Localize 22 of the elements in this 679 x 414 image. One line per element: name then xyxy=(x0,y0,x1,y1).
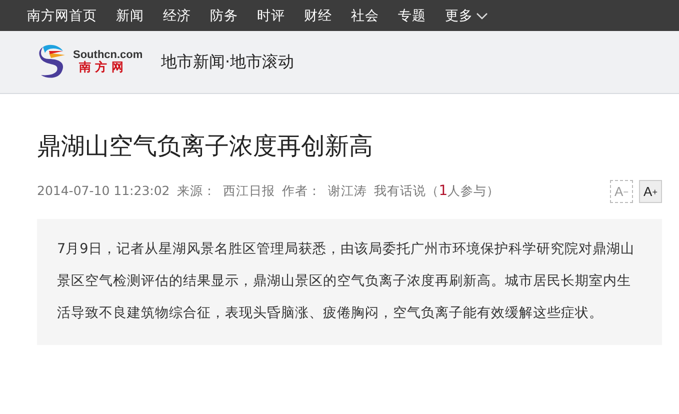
comments-link[interactable]: 我有话说（1人参与） xyxy=(374,183,500,200)
nav-link[interactable]: 南方网首页 xyxy=(27,6,97,24)
nav-link[interactable]: 财经 xyxy=(304,6,332,24)
chevron-down-icon xyxy=(476,12,488,20)
nav-link[interactable]: 防务 xyxy=(210,6,238,24)
nav-link[interactable]: 经济 xyxy=(163,6,191,24)
source-name: 西江日报 xyxy=(222,183,275,200)
more-menu-link[interactable]: 更多 xyxy=(445,6,488,24)
nav-link[interactable]: 新闻 xyxy=(116,6,144,24)
summary-paragraph: 7月9日，记者从星湖风景名胜区管理局获悉，由该局委托广州市环境保护科学研究院对鼎湖山景区空气检测评估的结果显示，鼎湖山景区的空气负离子浓度再刷新高。城市居民长期室内生活导致不良建筑物综合征，表现头昏脑涨、疲倦胸闷，空气负离子能有效缓解这些症状。 xyxy=(57,240,636,323)
article-title: 鼎湖山空气负离子浓度再创新高 xyxy=(37,131,374,162)
author-label: 作者： xyxy=(282,183,321,200)
source-label: 来源： xyxy=(176,183,216,200)
font-size-button[interactable]: A$^{+}$ xyxy=(639,180,662,203)
author-name: 谢江涛 xyxy=(328,183,367,200)
logo-wordmark: Southcn.com xyxy=(73,48,143,61)
logo-name: 南 方 网 xyxy=(78,61,124,76)
nav-link[interactable]: 时评 xyxy=(257,6,285,24)
publish-date: 2014-07-10 11:23:02 xyxy=(37,183,170,200)
channel-title: 地市新闻·地市滚动 xyxy=(161,52,294,72)
nav-link[interactable]: 专题 xyxy=(398,6,426,24)
nav-link[interactable]: 社会 xyxy=(351,6,379,24)
